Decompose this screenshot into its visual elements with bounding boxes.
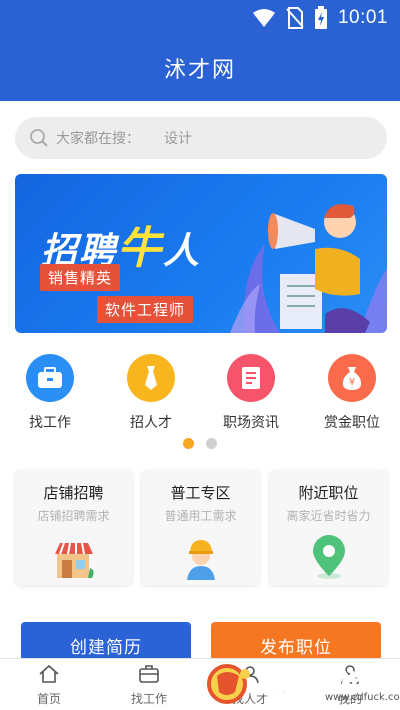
- page-title: 沭才网: [163, 58, 236, 83]
- nav-home[interactable]: 首页: [9, 664, 89, 707]
- banner-tag-sales: 销售精英: [40, 264, 121, 291]
- banner-tag-engineer: 软件工程师: [97, 296, 194, 323]
- card-subtitle: 离家近省时省力: [286, 509, 371, 523]
- no-sim-icon: [286, 7, 304, 29]
- status-bar: 10:01: [252, 6, 388, 30]
- banner-title-part2: 人: [163, 230, 202, 272]
- card-title: 附近职位: [298, 484, 359, 502]
- card-title: 普工专区: [170, 484, 231, 502]
- briefcase-icon: [139, 665, 159, 683]
- card-general-labor[interactable]: 普工专区 普通用工需求: [142, 470, 259, 585]
- location-pin-icon: [270, 534, 387, 580]
- watermark: 无饭手游网 www.cdfuck.com: [205, 662, 400, 708]
- category-bounty-jobs[interactable]: ¥ 赏金职位: [307, 354, 397, 432]
- worker-icon: [142, 536, 259, 580]
- svg-text:¥: ¥: [349, 377, 355, 388]
- search-bar[interactable]: 大家都在搜： 设计: [15, 117, 387, 159]
- app-header: 10:01 沭才网: [0, 0, 400, 101]
- news-icon: [227, 354, 275, 402]
- tie-icon: [127, 354, 175, 402]
- briefcase-icon: [26, 354, 74, 402]
- category-label: 赏金职位: [324, 415, 380, 431]
- card-nearby-jobs[interactable]: 附近职位 离家近省时省力: [270, 470, 387, 585]
- banner-title-highlight: 牛: [117, 223, 164, 274]
- card-title: 店铺招聘: [43, 484, 104, 502]
- category-label: 找工作: [29, 415, 71, 431]
- category-label: 招人才: [130, 415, 172, 431]
- search-icon: [30, 129, 48, 147]
- money-bag-icon: ¥: [328, 354, 376, 402]
- card-shop-recruit[interactable]: 店铺招聘 店铺招聘需求: [15, 470, 132, 585]
- carousel-indicator: [183, 438, 217, 449]
- category-grid: 找工作 招人才 职场资讯 ¥ 赏金职位: [0, 354, 400, 434]
- card-subtitle: 店铺招聘需求: [37, 509, 110, 523]
- card-subtitle: 普通用工需求: [164, 509, 237, 523]
- category-career-news[interactable]: 职场资讯: [206, 354, 296, 432]
- nav-label: 找工作: [130, 692, 167, 706]
- shop-icon: [15, 540, 132, 580]
- wifi-icon: [252, 9, 275, 27]
- category-label: 职场资讯: [223, 415, 279, 431]
- battery-charging-icon: [314, 6, 327, 29]
- watermark-logo-icon: [207, 664, 250, 704]
- search-hint: 设计: [164, 131, 192, 147]
- status-time: 10:01: [337, 7, 388, 28]
- search-prefix: 大家都在搜：: [56, 131, 140, 147]
- watermark-url: www.cdfuck.com: [325, 692, 400, 703]
- category-hire-talent[interactable]: 招人才: [106, 354, 196, 432]
- carousel-dot[interactable]: [206, 438, 217, 449]
- nav-find-job[interactable]: 找工作: [109, 664, 189, 707]
- category-find-job[interactable]: 找工作: [5, 354, 95, 432]
- nav-label: 首页: [36, 692, 61, 706]
- home-icon: [39, 664, 59, 683]
- carousel-dot-active[interactable]: [183, 438, 194, 449]
- promo-banner[interactable]: 招聘牛人: [15, 174, 387, 333]
